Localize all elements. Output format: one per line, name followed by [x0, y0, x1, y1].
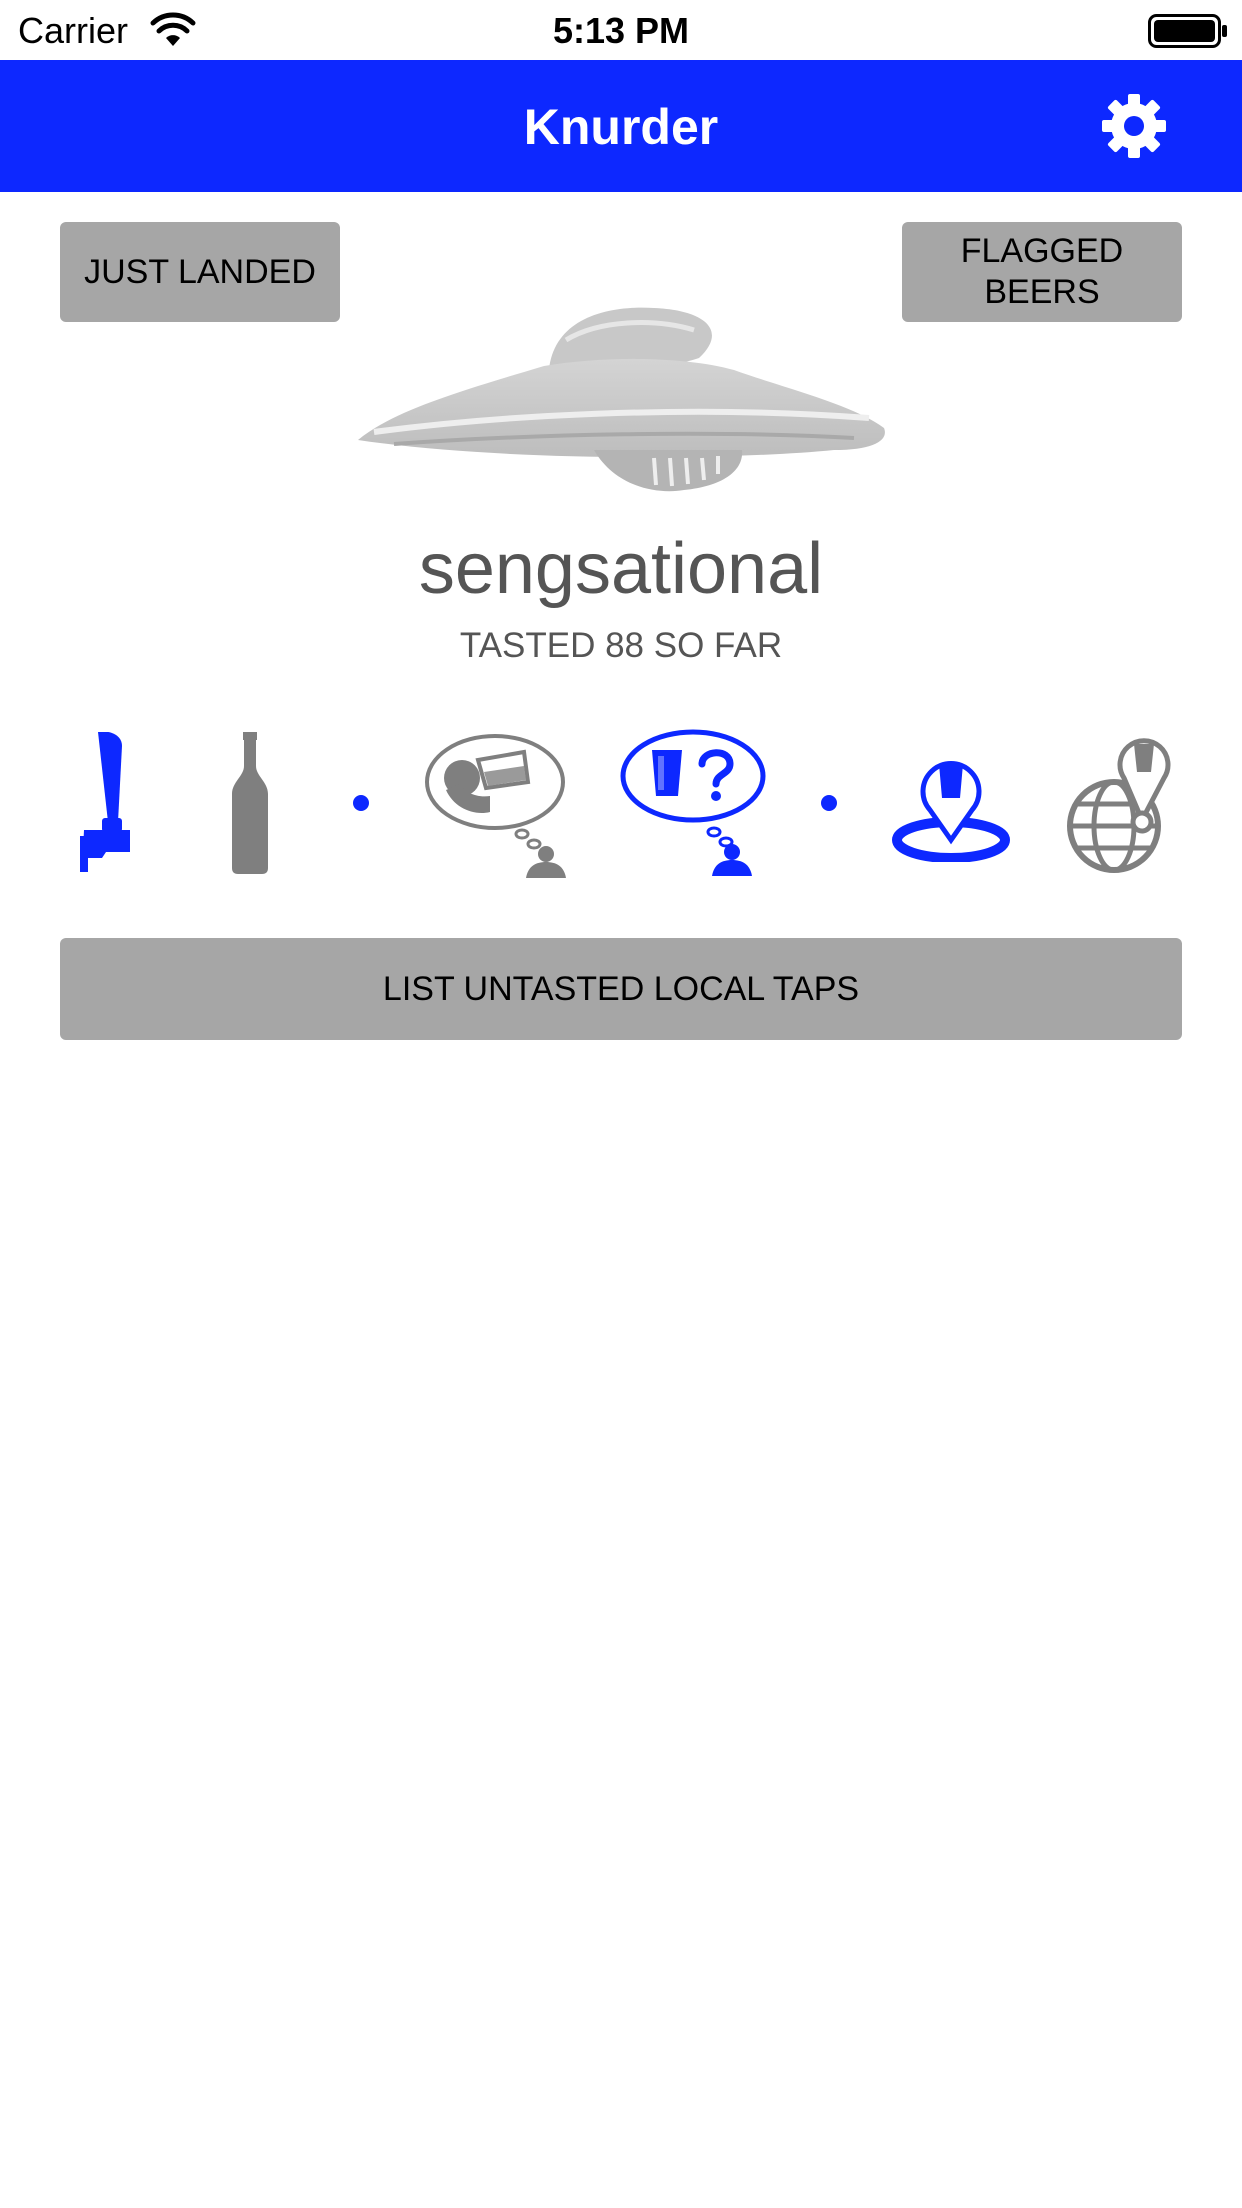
username: sengsational — [418, 529, 824, 609]
tasted-count: TASTED 88 SO FAR — [459, 626, 783, 665]
gear-icon[interactable] — [1098, 90, 1170, 162]
just-landed-button[interactable]: JUST LANDED — [60, 222, 340, 322]
status-bar: Carrier 5:13 PM — [0, 0, 1242, 60]
untasted-beer-icon[interactable] — [620, 728, 766, 876]
separator-dot — [821, 795, 837, 811]
global-location-icon[interactable] — [1066, 730, 1176, 876]
tasted-beer-icon[interactable] — [424, 732, 570, 878]
separator-dot — [353, 795, 369, 811]
nav-bar: Knurder — [0, 60, 1242, 192]
status-time: 5:13 PM — [552, 10, 690, 51]
bottle-icon[interactable] — [230, 732, 270, 874]
just-landed-label: JUST LANDED — [84, 252, 316, 291]
page-title: Knurder — [523, 99, 719, 155]
flagged-beers-button[interactable]: FLAGGED BEERS — [902, 222, 1182, 322]
list-untasted-taps-button[interactable]: LIST UNTASTED LOCAL TAPS — [60, 938, 1182, 1040]
ufo-logo — [358, 307, 885, 492]
flagged-beers-label: FLAGGED BEERS — [960, 232, 1124, 311]
list-untasted-taps-label: LIST UNTASTED LOCAL TAPS — [382, 969, 860, 1008]
tap-handle-icon[interactable] — [78, 732, 136, 872]
battery-icon — [1148, 14, 1227, 48]
local-location-icon[interactable] — [892, 740, 1010, 862]
